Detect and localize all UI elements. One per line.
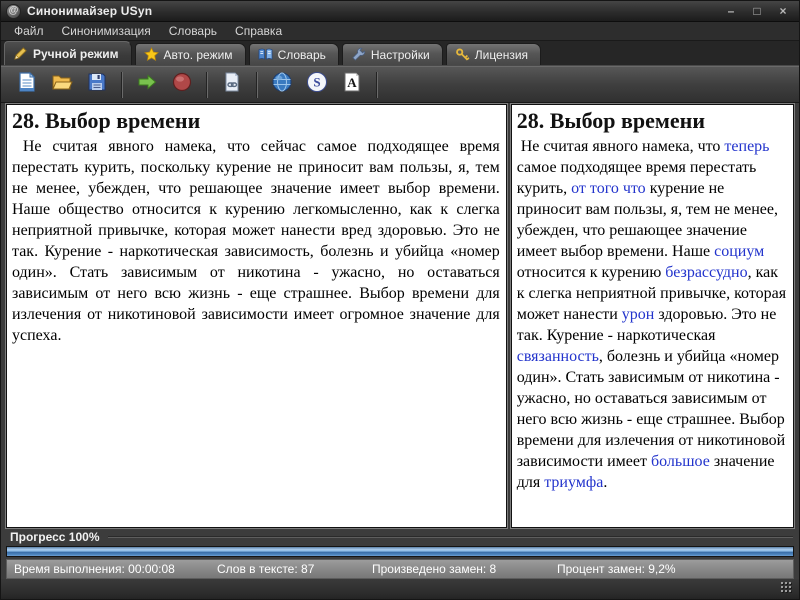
- tab-settings[interactable]: Настройки: [342, 43, 443, 65]
- menu-dictionary[interactable]: Словарь: [160, 22, 226, 40]
- wrench-icon: [351, 47, 366, 62]
- progress-bar: [6, 546, 794, 558]
- font-letter-a-icon: A: [341, 71, 363, 98]
- toolbar: S A: [1, 66, 799, 103]
- synonym-replacement: урон: [622, 306, 655, 323]
- menu-file[interactable]: Файл: [5, 22, 53, 40]
- minimize-button[interactable]: –: [723, 4, 739, 18]
- status-word-count: Слов в тексте: 87: [217, 562, 372, 576]
- globe-web-icon: [271, 71, 293, 98]
- tab-license[interactable]: Лицензия: [446, 43, 541, 65]
- tab-label: Словарь: [278, 48, 326, 62]
- source-text: Не считая явного намека, что сейчас само…: [12, 136, 500, 346]
- tab-dictionary[interactable]: Словарь: [249, 43, 339, 65]
- menu-help[interactable]: Справка: [226, 22, 291, 40]
- tab-label: Ручной режим: [33, 47, 119, 61]
- tab-bar: Ручной режим Авто. режим Словарь Настрой…: [1, 41, 799, 66]
- run-button[interactable]: [133, 71, 161, 99]
- close-button[interactable]: ×: [775, 4, 791, 18]
- progress-label: Прогресс 100%: [10, 530, 100, 544]
- synonym-replacement: связанность: [517, 348, 599, 365]
- svg-text:S: S: [313, 75, 320, 90]
- bottom-frame: [1, 579, 799, 599]
- pencil-icon: [13, 46, 28, 61]
- synonym-replacement: большое: [651, 453, 710, 470]
- book-icon: [258, 47, 273, 62]
- font-button[interactable]: A: [338, 71, 366, 99]
- tab-label: Авто. режим: [164, 48, 233, 62]
- app-window: @ Синонимайзер USyn – □ × Файл Синонимиз…: [0, 0, 800, 600]
- document-link-icon: [221, 71, 243, 98]
- star-icon: [144, 47, 159, 62]
- toolbar-separator: [121, 72, 123, 98]
- progress-group: Прогресс 100%: [1, 529, 799, 544]
- result-heading: 28. Выбор времени: [517, 108, 787, 134]
- toolbar-separator: [256, 72, 258, 98]
- app-logo-icon: @: [6, 4, 21, 19]
- status-bar: Время выполнения: 00:00:08 Слов в тексте…: [6, 559, 794, 578]
- source-heading: 28. Выбор времени: [12, 108, 500, 134]
- window-title: Синонимайзер USyn: [27, 4, 723, 18]
- status-replacements-count: Произведено замен: 8: [372, 562, 557, 576]
- resize-grip[interactable]: [781, 582, 793, 594]
- key-icon: [455, 47, 470, 62]
- save-floppy-icon: [86, 71, 108, 98]
- synonym-replacement: триумфа: [544, 474, 603, 491]
- main-area: 28. Выбор времени Не считая явного намек…: [1, 103, 799, 528]
- skype-button[interactable]: S: [303, 71, 331, 99]
- maximize-button[interactable]: □: [749, 4, 765, 18]
- progress-groove-line: [108, 536, 793, 538]
- synonym-replacement: безрассудно: [665, 264, 747, 281]
- toolbar-separator: [376, 72, 378, 98]
- open-folder-icon: [51, 71, 73, 98]
- website-button[interactable]: [268, 71, 296, 99]
- synonym-replacement: теперь: [724, 138, 769, 155]
- new-document-icon: [16, 71, 38, 98]
- run-green-arrow-icon: [136, 71, 158, 98]
- stop-red-circle-icon: [171, 71, 193, 98]
- synonym-replacement: социум: [714, 243, 764, 260]
- stop-button[interactable]: [168, 71, 196, 99]
- svg-text:A: A: [347, 75, 357, 90]
- synonym-replacement: от того что: [571, 180, 646, 197]
- result-text-panel[interactable]: 28. Выбор времени Не считая явного намек…: [511, 104, 794, 528]
- open-folder-button[interactable]: [48, 71, 76, 99]
- menu-synonymization[interactable]: Синонимизация: [53, 22, 160, 40]
- save-button[interactable]: [83, 71, 111, 99]
- tab-label: Лицензия: [475, 48, 528, 62]
- tab-label: Настройки: [371, 48, 430, 62]
- tab-manual-mode[interactable]: Ручной режим: [4, 41, 132, 65]
- status-elapsed-time: Время выполнения: 00:00:08: [14, 562, 217, 576]
- progress-fill: [7, 547, 793, 557]
- status-replacement-percent: Процент замен: 9,2%: [557, 562, 676, 576]
- skype-icon: S: [306, 71, 328, 98]
- new-document-button[interactable]: [13, 71, 41, 99]
- toolbar-separator: [206, 72, 208, 98]
- result-text: Не считая явного намека, что теперь само…: [517, 136, 787, 493]
- tab-auto-mode[interactable]: Авто. режим: [135, 43, 246, 65]
- menubar: Файл Синонимизация Словарь Справка: [1, 22, 799, 41]
- titlebar: @ Синонимайзер USyn – □ ×: [1, 1, 799, 22]
- source-text-panel[interactable]: 28. Выбор времени Не считая явного намек…: [6, 104, 507, 528]
- copy-result-button[interactable]: [218, 71, 246, 99]
